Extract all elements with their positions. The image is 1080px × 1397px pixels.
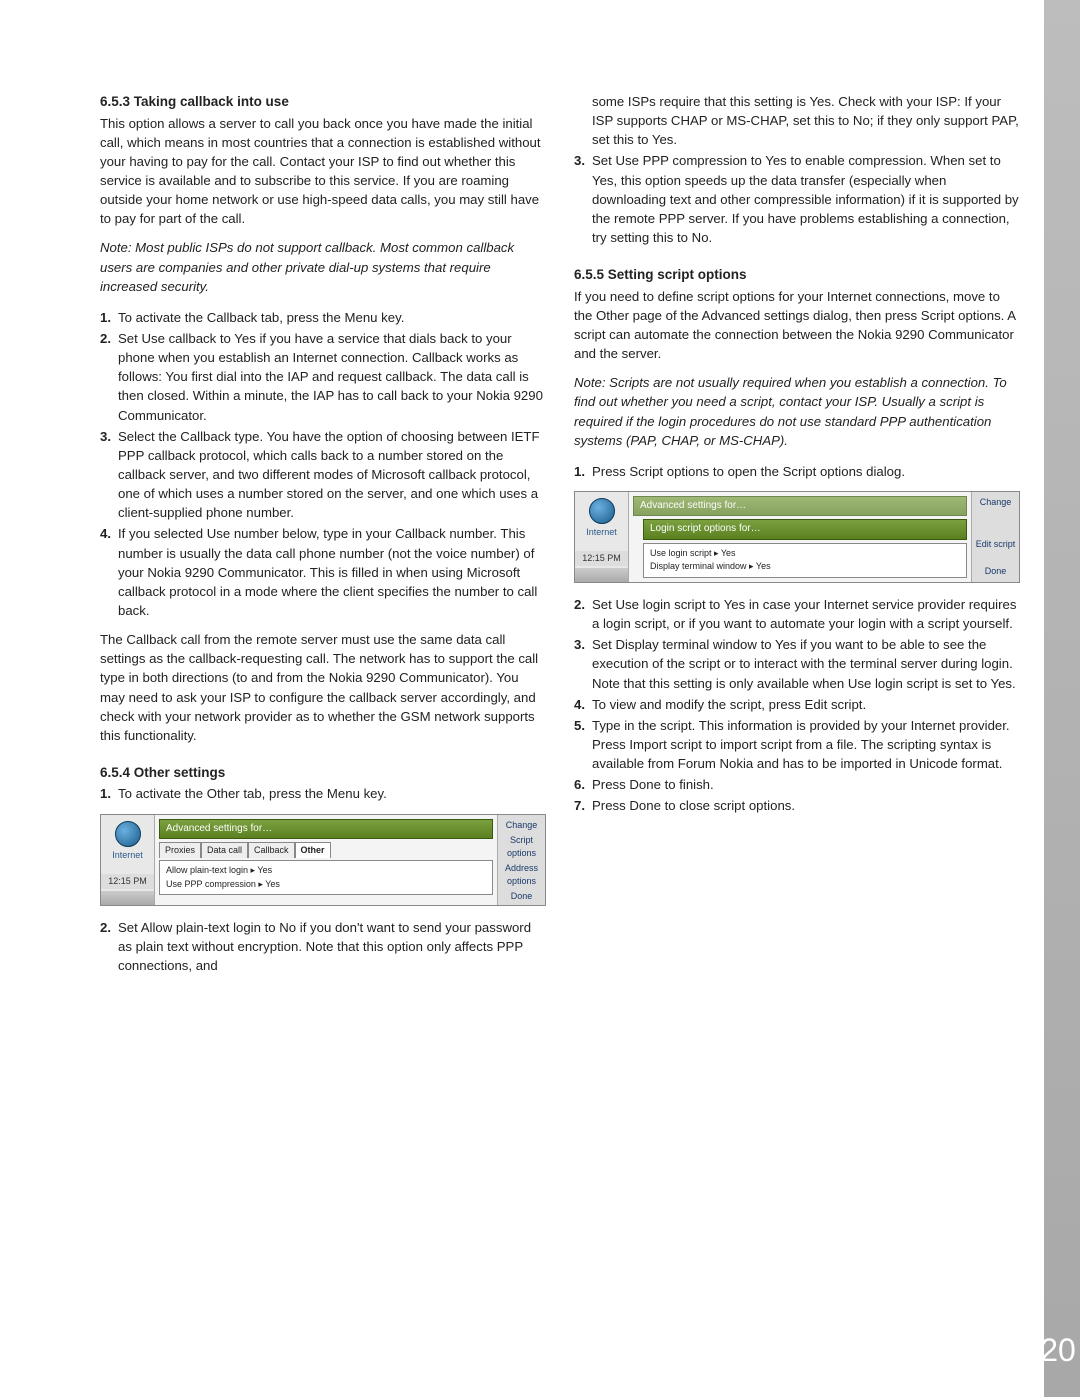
shot-app-label: Internet (575, 526, 628, 539)
tab-data-call: Data call (201, 842, 248, 858)
list-text: Set Allow plain-text login to No if you … (118, 918, 546, 975)
shot-app-label: Internet (101, 849, 154, 862)
list-text: Press Script options to open the Script … (592, 462, 1020, 481)
ordered-list: 1.To activate the Callback tab, press th… (100, 308, 546, 620)
list-text: Set Use login script to Yes in case your… (592, 595, 1020, 633)
setting-row: Use PPP compression ▸ Yes (166, 878, 486, 892)
list-num: 1. (100, 308, 118, 327)
list-num: 3. (574, 151, 592, 247)
shot-titlebar: Advanced settings for… (159, 819, 493, 840)
tab-other: Other (295, 842, 331, 858)
shot-left-pane: Internet 12:15 PM (101, 815, 155, 905)
list-num: 6. (574, 775, 592, 794)
softkey: Script options (500, 833, 543, 861)
shot-titlebar-front: Login script options for… (643, 519, 967, 540)
setting-row: Use login script ▸ Yes (650, 547, 960, 561)
list-num (574, 92, 592, 149)
softkey: Edit script (974, 537, 1017, 552)
list-num: 2. (100, 329, 118, 425)
shot-titlebar-back: Advanced settings for… (633, 496, 967, 517)
shot-right-pane: Change Edit script Done (971, 492, 1019, 582)
list-text: Select the Callback type. You have the o… (118, 427, 546, 523)
list-num: 5. (574, 716, 592, 773)
list-text: Set Display terminal window to Yes if yo… (592, 635, 1020, 692)
note-text: Note: Scripts are not usually required w… (574, 373, 1020, 450)
shot-mid-pane: Advanced settings for… Login script opti… (629, 492, 971, 582)
list-text: To activate the Callback tab, press the … (118, 308, 546, 327)
list-num: 2. (574, 595, 592, 633)
list-text: To activate the Other tab, press the Men… (118, 784, 546, 803)
globe-icon (589, 498, 615, 524)
list-num: 2. (100, 918, 118, 975)
setting-row: Allow plain-text login ▸ Yes (166, 864, 486, 878)
list-num: 1. (100, 784, 118, 803)
shot-time: 12:15 PM (101, 874, 154, 889)
page-content: 6.5.3 Taking callback into use This opti… (0, 0, 1080, 985)
softkey: Done (500, 889, 543, 904)
list-num: 4. (100, 524, 118, 620)
list-text: Press Done to close script options. (592, 796, 1020, 815)
shot-right-pane: Change Script options Address options Do… (497, 815, 545, 905)
tab-proxies: Proxies (159, 842, 201, 858)
right-column: some ISPs require that this setting is Y… (574, 92, 1020, 985)
left-column: 6.5.3 Taking callback into use This opti… (100, 92, 546, 985)
softkey: Done (974, 564, 1017, 579)
page-number: 20 (1040, 1327, 1076, 1373)
ordered-list-cont: some ISPs require that this setting is Y… (574, 92, 1020, 247)
softkey: Change (974, 495, 1017, 510)
list-text: some ISPs require that this setting is Y… (592, 92, 1020, 149)
list-text: If you selected Use number below, type i… (118, 524, 546, 620)
body-text: This option allows a server to call you … (100, 114, 546, 229)
list-text: Type in the script. This information is … (592, 716, 1020, 773)
list-num: 3. (100, 427, 118, 523)
shot-panel: Use login script ▸ Yes Display terminal … (643, 543, 967, 578)
ordered-list: 1.Press Script options to open the Scrip… (574, 462, 1020, 481)
list-text: Press Done to finish. (592, 775, 1020, 794)
shot-panel: Allow plain-text login ▸ Yes Use PPP com… (159, 860, 493, 895)
softkey: Address options (500, 861, 543, 889)
shot-toolbar (101, 891, 154, 905)
ordered-list: 2.Set Use login script to Yes in case yo… (574, 595, 1020, 816)
heading-6-5-3: 6.5.3 Taking callback into use (100, 92, 546, 112)
shot-time: 12:15 PM (575, 551, 628, 566)
list-num: 7. (574, 796, 592, 815)
body-text: If you need to define script options for… (574, 287, 1020, 364)
ordered-list: 1.To activate the Other tab, press the M… (100, 784, 546, 803)
body-text: The Callback call from the remote server… (100, 630, 546, 745)
list-text: To view and modify the script, press Edi… (592, 695, 1020, 714)
shot-tabs: Proxies Data call Callback Other (159, 842, 493, 858)
heading-6-5-4: 6.5.4 Other settings (100, 763, 546, 783)
tab-callback: Callback (248, 842, 295, 858)
list-text: Set Use PPP compression to Yes to enable… (592, 151, 1020, 247)
list-num: 3. (574, 635, 592, 692)
heading-6-5-5: 6.5.5 Setting script options (574, 265, 1020, 285)
screenshot-other-settings: Internet 12:15 PM Advanced settings for…… (100, 814, 546, 906)
list-num: 1. (574, 462, 592, 481)
sidebar-strip: 20 (1044, 0, 1080, 1397)
shot-toolbar (575, 568, 628, 582)
list-text: Set Use callback to Yes if you have a se… (118, 329, 546, 425)
globe-icon (115, 821, 141, 847)
softkey: Change (500, 818, 543, 833)
ordered-list: 2.Set Allow plain-text login to No if yo… (100, 918, 546, 975)
screenshot-script-options: Internet 12:15 PM Advanced settings for…… (574, 491, 1020, 583)
shot-left-pane: Internet 12:15 PM (575, 492, 629, 582)
shot-mid-pane: Advanced settings for… Proxies Data call… (155, 815, 497, 905)
note-text: Note: Most public ISPs do not support ca… (100, 238, 546, 295)
setting-row: Display terminal window ▸ Yes (650, 560, 960, 574)
list-num: 4. (574, 695, 592, 714)
